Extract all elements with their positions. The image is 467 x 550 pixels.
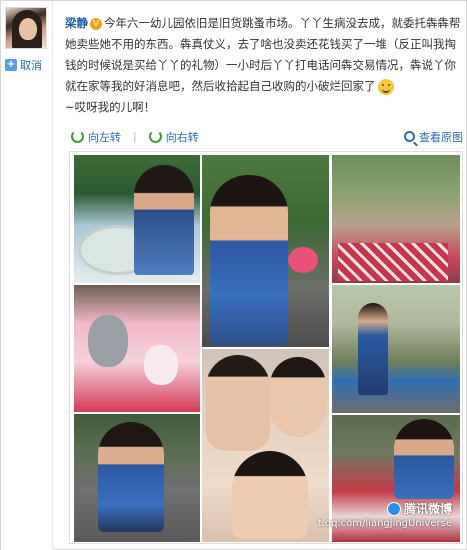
watermark: 腾讯微博 t.qq.com/liangjingUniverse <box>318 500 452 529</box>
boy-figure <box>394 419 454 499</box>
watermark-brand: 腾讯微博 <box>318 500 452 517</box>
view-original-button[interactable]: 查看原图 <box>404 129 463 145</box>
unfollow-button[interactable]: + 取消 <box>5 57 42 73</box>
girl-figure <box>270 357 326 437</box>
photo-family-selfie <box>202 349 329 542</box>
laughing-emoji-icon <box>377 78 394 95</box>
vip-badge-icon: V <box>90 17 102 30</box>
weibo-post-card: + 取消 梁静 V 今年六一幼儿园依旧是旧货跳蚤市场。丫丫生病没去成，就委托犇犇帮她… <box>0 0 467 550</box>
plush-toy <box>144 345 178 385</box>
plush-toy <box>88 315 128 367</box>
toy <box>288 247 318 273</box>
photo-boy-with-toy <box>202 155 329 347</box>
author-name[interactable]: 梁静 <box>65 16 88 30</box>
watermark-url: t.qq.com/liangjingUniverse <box>317 518 452 529</box>
boy-figure <box>232 451 308 539</box>
avatar[interactable] <box>5 7 47 49</box>
post-text-tail: ~哎呀我的儿啊！ <box>65 100 156 114</box>
post-body: 梁静 V 今年六一幼儿园依旧是旧货跳蚤市场。丫丫生病没去成，就委托犇犇帮她卖些她不用… <box>65 13 465 118</box>
toolbar-divider: | <box>133 130 137 143</box>
avatar-face <box>19 18 37 40</box>
boy-figure <box>134 165 194 275</box>
photo-plush-toys <box>74 285 200 412</box>
qq-logo-icon <box>386 501 401 516</box>
rotate-left-icon <box>71 130 84 143</box>
image-toolbar: 向左转 | 向右转 查看原图 <box>71 125 463 149</box>
photo-collage[interactable]: 腾讯微博 t.qq.com/liangjingUniverse <box>69 151 463 544</box>
magnifier-icon <box>404 131 415 142</box>
boy-figure <box>98 422 164 532</box>
market-mat <box>338 243 448 281</box>
rotate-left-button[interactable]: 向左转 | <box>71 129 137 145</box>
rotate-right-icon <box>148 130 162 143</box>
photo-flea-market <box>332 155 460 283</box>
mother-figure <box>206 355 270 451</box>
rotate-left-label: 向左转 <box>88 130 121 144</box>
rotate-right-button[interactable]: 向右转 <box>148 129 199 145</box>
photo-boy-water-basin <box>74 155 200 283</box>
photo-boy-crouching <box>74 414 200 542</box>
watermark-brand-text: 腾讯微博 <box>403 502 452 516</box>
photo-market-stall <box>332 285 460 413</box>
unfollow-label: 取消 <box>20 59 42 72</box>
post-main: 梁静 V 今年六一幼儿园依旧是旧货跳蚤市场。丫丫生病没去成，就委托犇犇帮她卖些她不用… <box>55 1 463 550</box>
plus-icon: + <box>5 59 17 71</box>
post-text: 今年六一幼儿园依旧是旧货跳蚤市场。丫丫生病没去成，就委托犇犇帮她卖些她不用的东西… <box>65 16 461 93</box>
boy-figure <box>210 175 288 345</box>
rotate-right-label: 向右转 <box>165 130 199 144</box>
boy-figure <box>358 303 388 395</box>
view-original-label: 查看原图 <box>419 130 463 144</box>
author-column: + 取消 <box>1 1 53 550</box>
